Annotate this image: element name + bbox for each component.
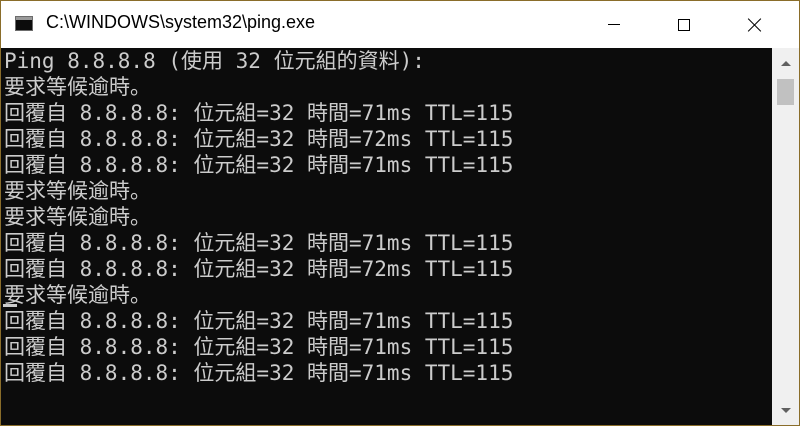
console-app-icon[interactable] [15,16,33,31]
maximize-button[interactable] [661,1,706,48]
minimize-icon [607,24,620,25]
console-line: 回覆自 8.8.8.8: 位元組=32 時間=71ms TTL=115 [4,101,514,125]
console-line: 要求等候逾時。 [4,205,151,229]
console-line: 要求等候逾時。 [4,179,151,203]
console-line: 要求等候逾時。 [4,283,151,307]
close-button[interactable] [732,1,777,48]
console-line: 回覆自 8.8.8.8: 位元組=32 時間=71ms TTL=115 [4,231,514,255]
console-window: C:\WINDOWS\system32\ping.exe Ping 8.8.8.… [0,0,800,426]
console-line: 回覆自 8.8.8.8: 位元組=32 時間=71ms TTL=115 [4,361,514,385]
console-line: 回覆自 8.8.8.8: 位元組=32 時間=72ms TTL=115 [4,127,514,151]
chevron-up-icon [780,60,791,66]
close-icon [747,17,763,33]
console-line: Ping 8.8.8.8 (使用 32 位元組的資料): [4,49,425,73]
console-line: 要求等候逾時。 [4,75,151,99]
minimize-button[interactable] [591,1,636,48]
console-line: 回覆自 8.8.8.8: 位元組=32 時間=71ms TTL=115 [4,153,514,177]
scroll-down-button[interactable] [772,399,799,421]
title-bar[interactable]: C:\WINDOWS\system32\ping.exe [1,1,799,48]
vertical-scrollbar[interactable] [772,48,799,425]
scroll-thumb[interactable] [777,79,794,105]
chevron-down-icon [780,407,791,413]
console-line: 回覆自 8.8.8.8: 位元組=32 時間=72ms TTL=115 [4,257,514,281]
console-line: 回覆自 8.8.8.8: 位元組=32 時間=71ms TTL=115 [4,335,514,359]
maximize-icon [677,18,690,31]
scroll-up-button[interactable] [772,52,799,74]
console-line: 回覆自 8.8.8.8: 位元組=32 時間=71ms TTL=115 [4,309,514,333]
console-output[interactable]: Ping 8.8.8.8 (使用 32 位元組的資料): 要求等候逾時。 回覆自… [1,48,772,425]
text-cursor [3,304,17,307]
window-title: C:\WINDOWS\system32\ping.exe [46,12,316,32]
